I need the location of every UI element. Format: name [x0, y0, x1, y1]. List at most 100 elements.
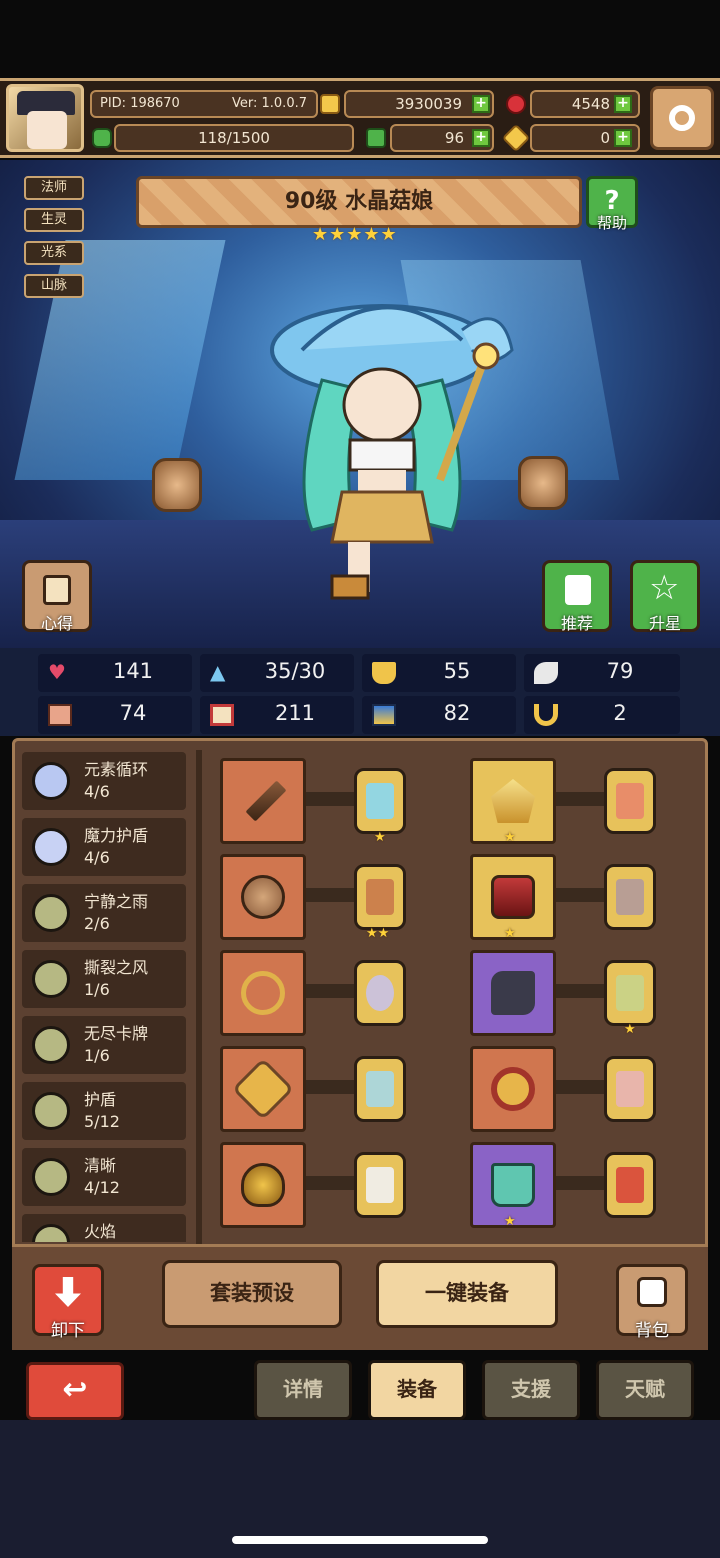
skill-item[interactable]: 魔力护盾 4/6 [22, 818, 186, 876]
equip-all-button[interactable]: 一键装备 [376, 1260, 558, 1328]
boots-icon [491, 1163, 535, 1207]
add-gold-icon[interactable]: + [472, 95, 490, 113]
skill-count: 4/6 [84, 848, 110, 867]
backpack-icon [637, 1277, 667, 1307]
stat-defense-value: 82 [443, 701, 471, 725]
ring-icon [491, 1067, 535, 1111]
gem-slot[interactable] [604, 1152, 656, 1218]
equip-slot-brooch[interactable] [220, 1046, 306, 1132]
gold-value: 3930039 [395, 95, 462, 113]
skill-name: 护盾 [84, 1090, 117, 1109]
action-bar [12, 1244, 708, 1350]
tag-element: 光系 [24, 241, 84, 265]
gem-slot[interactable] [604, 768, 656, 834]
help-label: 帮助 [596, 214, 627, 232]
tag-race: 生灵 [24, 208, 84, 232]
skill-item[interactable]: 火焰 [22, 1214, 186, 1242]
version-label: Ver: 1.0.0.7 [232, 96, 307, 111]
calm-rain-icon [32, 894, 70, 932]
gem-slot[interactable] [604, 864, 656, 930]
skill-count: 1/6 [84, 1046, 110, 1065]
gem-star-icon: ★ [374, 830, 386, 845]
gem-star-icon: ★ [504, 926, 516, 941]
gem-star-icon: ★ [504, 1214, 516, 1229]
stat-magic-value: 211 [274, 701, 316, 725]
skill-item[interactable]: 元素循环 4/6 [22, 752, 186, 810]
skill-item[interactable]: 无尽卡牌 1/6 [22, 1016, 186, 1074]
gloves-icon [491, 971, 535, 1015]
left-gem-icon[interactable] [152, 458, 202, 512]
skill-name: 火焰 [84, 1222, 117, 1241]
gem-slot[interactable] [354, 1056, 406, 1122]
slot-link [300, 1176, 360, 1190]
skill-count: 5/12 [84, 1112, 120, 1131]
gem-slot[interactable] [354, 768, 406, 834]
hero-title-banner: 90级 水晶菇娘 [136, 176, 582, 228]
tab-talent[interactable]: 天赋 [596, 1360, 694, 1420]
equip-slot-belt[interactable] [470, 1046, 556, 1132]
skill-item[interactable]: 撕裂之风 1/6 [22, 950, 186, 1008]
gem-slot[interactable] [354, 864, 406, 930]
white-rune-icon [366, 1167, 394, 1203]
stat-speed: 79 [524, 654, 680, 692]
skill-name: 元素循环 [84, 760, 149, 779]
stat-shield: 55 [362, 654, 516, 692]
pid-version-pill: PID: 198670 Ver: 1.0.0.7 [90, 90, 318, 118]
equip-slot-gloves[interactable] [470, 950, 556, 1036]
skill-item[interactable]: 宁静之雨 2/6 [22, 884, 186, 942]
tab-equipment[interactable]: 装备 [368, 1360, 466, 1420]
slot-link [552, 1176, 612, 1190]
gem-slot[interactable] [354, 1152, 406, 1218]
green-rune-icon [616, 975, 644, 1011]
stat-mana-value: 35/30 [264, 659, 326, 683]
purple-rune-icon [366, 975, 394, 1011]
right-gem-icon[interactable] [518, 456, 568, 510]
tag-terrain: 山脉 [24, 274, 84, 298]
flame-icon [32, 1224, 70, 1242]
stat-shield-value: 55 [443, 659, 471, 683]
equip-slot-necklace[interactable] [220, 950, 306, 1036]
skill-item[interactable]: 护盾 5/12 [22, 1082, 186, 1140]
equip-slot-trinket[interactable] [220, 1142, 306, 1228]
home-indicator[interactable] [232, 1536, 488, 1544]
xinde-label: 心得 [40, 614, 73, 633]
hero-character-sprite[interactable] [262, 280, 522, 610]
equip-slot-offhand[interactable] [220, 854, 306, 940]
armor-icon [372, 704, 396, 726]
settings-button[interactable] [650, 86, 714, 150]
ruby-value: 4548 [571, 95, 610, 113]
add-ruby-icon[interactable]: + [614, 95, 632, 113]
recommend-label: 推荐 [560, 614, 593, 633]
element-cycle-icon [32, 762, 70, 800]
gem-star-icon: ★★ [366, 926, 390, 941]
skill-item[interactable]: 清晰 4/12 [22, 1148, 186, 1206]
gray-rune-icon [616, 879, 644, 915]
energy-clover-icon [92, 128, 112, 148]
necklace-icon [241, 971, 285, 1015]
player-avatar[interactable] [6, 84, 84, 152]
preset-button[interactable]: 套装预设 [162, 1260, 342, 1328]
gem-slot[interactable] [354, 960, 406, 1026]
energy-pill: 118/1500 [114, 124, 354, 152]
gem-slot[interactable] [604, 1056, 656, 1122]
arrow-down-icon [55, 1277, 81, 1307]
crown-icon [491, 779, 535, 823]
stat-attack-value: 74 [119, 701, 147, 725]
stat-mana: ▲ 35/30 [200, 654, 354, 692]
unequip-label: 卸下 [51, 1321, 85, 1341]
skill-list: 元素循环 4/6 魔力护盾 4/6 宁静之雨 2/6 撕裂之风 1/6 无尽卡牌… [22, 752, 190, 1242]
clarity-icon [32, 1158, 70, 1196]
tab-support[interactable]: 支援 [482, 1360, 580, 1420]
blue-rune-icon [366, 783, 394, 819]
ruby-icon [506, 94, 526, 114]
bag-label: 背包 [635, 1321, 669, 1341]
stat-speed-value: 79 [606, 659, 634, 683]
slot-link [552, 792, 612, 806]
shield-icon [372, 662, 396, 684]
equip-slot-weapon[interactable] [220, 758, 306, 844]
gem-slot[interactable] [604, 960, 656, 1026]
add-key-icon[interactable]: + [614, 129, 632, 147]
back-button[interactable]: ↩ [26, 1362, 124, 1420]
tab-details[interactable]: 详情 [254, 1360, 352, 1420]
add-clover-icon[interactable]: + [472, 129, 490, 147]
